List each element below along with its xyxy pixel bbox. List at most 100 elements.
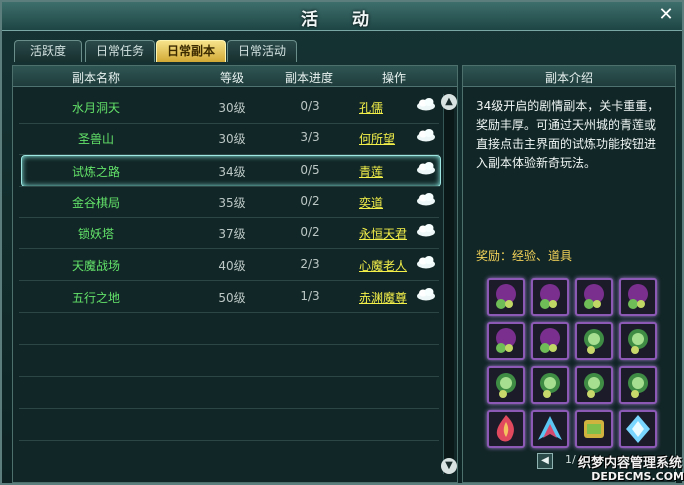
dungeon-level: 35级 xyxy=(218,196,246,210)
reward-item[interactable] xyxy=(531,322,569,360)
intro-description: 34级开启的剧情副本，关卡重重，奖励丰厚。可通过天州城的青莲或直接点击主界面的试… xyxy=(476,99,660,170)
dungeon-progress: 2/3 xyxy=(300,257,320,271)
row-divider xyxy=(19,344,439,345)
tab-daily-quests[interactable]: 日常任务 xyxy=(85,40,155,62)
ice-crystal-icon xyxy=(626,415,650,443)
reward-item[interactable] xyxy=(575,410,613,448)
scroll-up-icon[interactable]: ▲ xyxy=(441,94,457,110)
operator-link[interactable]: 何所望 xyxy=(359,130,413,147)
table-row[interactable]: 五行之地 50级 1/3 赤渊魔尊 xyxy=(19,282,439,310)
reward-item[interactable] xyxy=(487,410,525,448)
green-pouch-icon xyxy=(584,329,604,354)
cloud-icon[interactable] xyxy=(415,191,437,207)
operator-link[interactable]: 心魔老人 xyxy=(359,257,413,274)
reward-item[interactable] xyxy=(619,366,657,404)
dungeon-progress: 0/5 xyxy=(300,163,320,177)
row-divider xyxy=(19,280,439,281)
operator-link[interactable]: 永恒天君 xyxy=(359,225,413,242)
row-divider xyxy=(19,248,439,249)
cloud-icon[interactable] xyxy=(415,286,437,302)
green-pouch-icon xyxy=(584,373,604,398)
dungeon-level: 50级 xyxy=(218,291,246,305)
table-row[interactable]: 天魔战场 40级 2/3 心魔老人 xyxy=(19,250,439,278)
reward-item[interactable] xyxy=(575,322,613,360)
operator-link[interactable]: 青莲 xyxy=(359,163,413,180)
dungeon-name: 水月洞天 xyxy=(71,101,120,115)
dungeon-level: 30级 xyxy=(218,132,246,146)
purple-orb-icon xyxy=(496,284,516,309)
cloud-icon[interactable] xyxy=(415,160,437,176)
dungeon-progress: 0/3 xyxy=(300,99,320,113)
operator-link[interactable]: 奕道 xyxy=(359,194,413,211)
row-divider xyxy=(19,376,439,377)
header-level: 等级 xyxy=(219,71,244,85)
reward-item[interactable] xyxy=(619,410,657,448)
purple-orb-icon xyxy=(540,284,560,309)
green-pouch-icon xyxy=(628,329,648,354)
dungeon-level: 40级 xyxy=(218,259,246,273)
reward-label: 奖励：经验、道具 xyxy=(476,249,573,263)
reward-item[interactable] xyxy=(531,410,569,448)
table-row[interactable]: 圣兽山 30级 3/3 何所望 xyxy=(19,123,439,151)
reward-item[interactable] xyxy=(531,366,569,404)
reward-item[interactable] xyxy=(619,278,657,316)
dungeon-name: 试炼之路 xyxy=(71,165,120,179)
table-row[interactable]: 金谷棋局 35级 0/2 奕道 xyxy=(19,187,439,215)
header-progress: 副本进度 xyxy=(284,71,333,85)
operator-link[interactable]: 孔儒 xyxy=(359,99,413,116)
dungeon-name: 锁妖塔 xyxy=(77,227,114,241)
purple-orb-icon xyxy=(540,328,560,353)
dungeon-progress: 0/2 xyxy=(300,194,320,208)
reward-item[interactable] xyxy=(487,278,525,316)
dungeon-progress: 1/3 xyxy=(300,289,320,303)
cloud-icon[interactable] xyxy=(415,254,437,270)
cloud-icon[interactable] xyxy=(415,96,437,112)
dungeon-level: 37级 xyxy=(218,227,246,241)
dungeon-progress: 3/3 xyxy=(300,130,320,144)
green-pouch-icon xyxy=(540,373,560,398)
row-divider xyxy=(19,312,439,313)
cloud-icon[interactable] xyxy=(415,222,437,238)
close-icon[interactable]: ✕ xyxy=(656,5,676,25)
reward-item[interactable] xyxy=(531,278,569,316)
tab-activity-level[interactable]: 活跃度 xyxy=(14,40,82,62)
window-title: 活 动 xyxy=(301,10,383,30)
intro-header: 副本介绍 xyxy=(463,66,675,87)
reward-item[interactable] xyxy=(575,278,613,316)
dungeon-list-panel: 副本名称 等级 副本进度 操作 水月洞天 30级 0/3 孔儒 圣兽山 30级 … xyxy=(12,65,458,483)
activity-window: 活 动 ✕ 活跃度 日常任务 日常副本 日常活动 副本名称 等级 副本进度 操作… xyxy=(0,0,684,485)
reward-item[interactable] xyxy=(487,322,525,360)
header-name: 副本名称 xyxy=(71,71,120,85)
tab-daily-dungeons[interactable]: 日常副本 xyxy=(156,40,226,62)
scroll-down-icon[interactable]: ▼ xyxy=(441,458,457,474)
cloud-icon[interactable] xyxy=(415,127,437,143)
table-row[interactable]: 试炼之路 34级 0/5 青莲 xyxy=(19,156,439,184)
dungeon-name: 五行之地 xyxy=(71,291,120,305)
red-flame-icon xyxy=(496,415,514,442)
reward-item[interactable] xyxy=(487,366,525,404)
list-scrollbar[interactable]: ▲ ▼ xyxy=(441,94,457,474)
tab-daily-events[interactable]: 日常活动 xyxy=(227,40,297,62)
row-divider xyxy=(19,154,439,155)
table-row[interactable]: 锁妖塔 37级 0/2 永恒天君 xyxy=(19,218,439,246)
operator-link[interactable]: 赤渊魔尊 xyxy=(359,289,413,306)
watermark-text: 织梦内容管理系统 xyxy=(577,456,682,471)
dungeon-name: 圣兽山 xyxy=(77,132,114,146)
reward-item[interactable] xyxy=(575,366,613,404)
row-divider xyxy=(19,408,439,409)
dungeon-level: 30级 xyxy=(218,101,246,115)
reward-item[interactable] xyxy=(619,322,657,360)
table-row[interactable]: 水月洞天 30级 0/3 孔儒 xyxy=(19,92,439,120)
intro-title: 副本介绍 xyxy=(544,71,593,85)
purple-orb-icon xyxy=(584,284,604,309)
dungeon-level: 34级 xyxy=(218,165,246,179)
purple-orb-icon xyxy=(628,284,648,309)
dungeon-name: 天魔战场 xyxy=(71,259,120,273)
table-header: 副本名称 等级 副本进度 操作 xyxy=(13,66,457,87)
dungeon-intro-panel: 副本介绍 34级开启的剧情副本，关卡重重，奖励丰厚。可通过天州城的青莲或直接点击… xyxy=(462,65,676,483)
blue-wing-icon xyxy=(538,416,562,440)
header-operation: 操作 xyxy=(381,71,406,85)
dungeon-name: 金谷棋局 xyxy=(71,196,120,210)
green-pouch-icon xyxy=(628,373,648,398)
title-bar: 活 动 ✕ xyxy=(2,2,682,31)
